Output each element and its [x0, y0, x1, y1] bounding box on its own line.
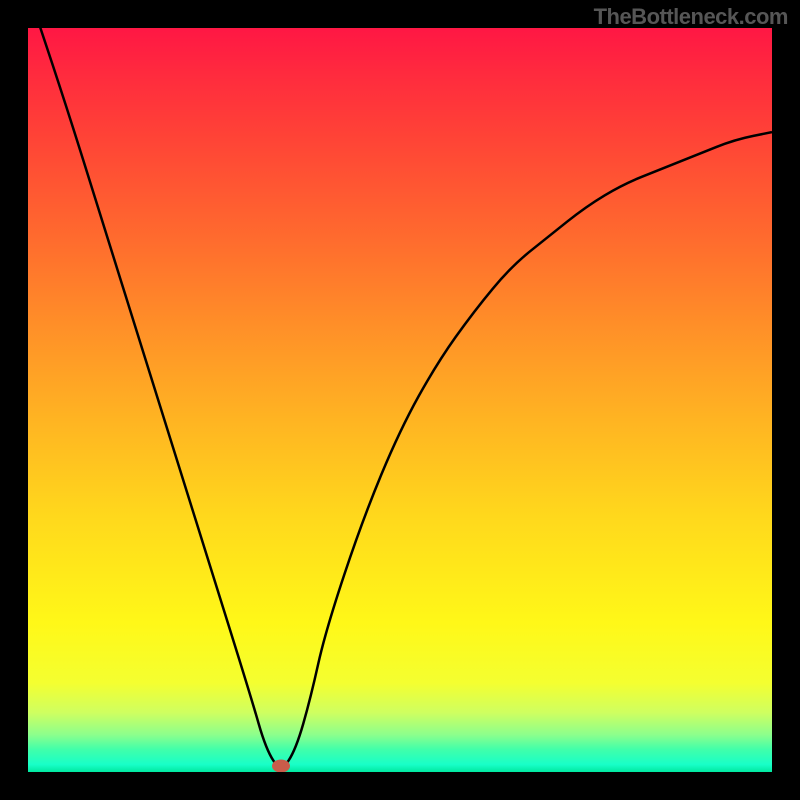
minimum-marker: [272, 760, 290, 773]
bottleneck-curve: [28, 28, 772, 766]
attribution-text: TheBottleneck.com: [594, 4, 788, 30]
curve-svg: [28, 28, 772, 772]
chart-container: TheBottleneck.com: [0, 0, 800, 800]
plot-area: [28, 28, 772, 772]
